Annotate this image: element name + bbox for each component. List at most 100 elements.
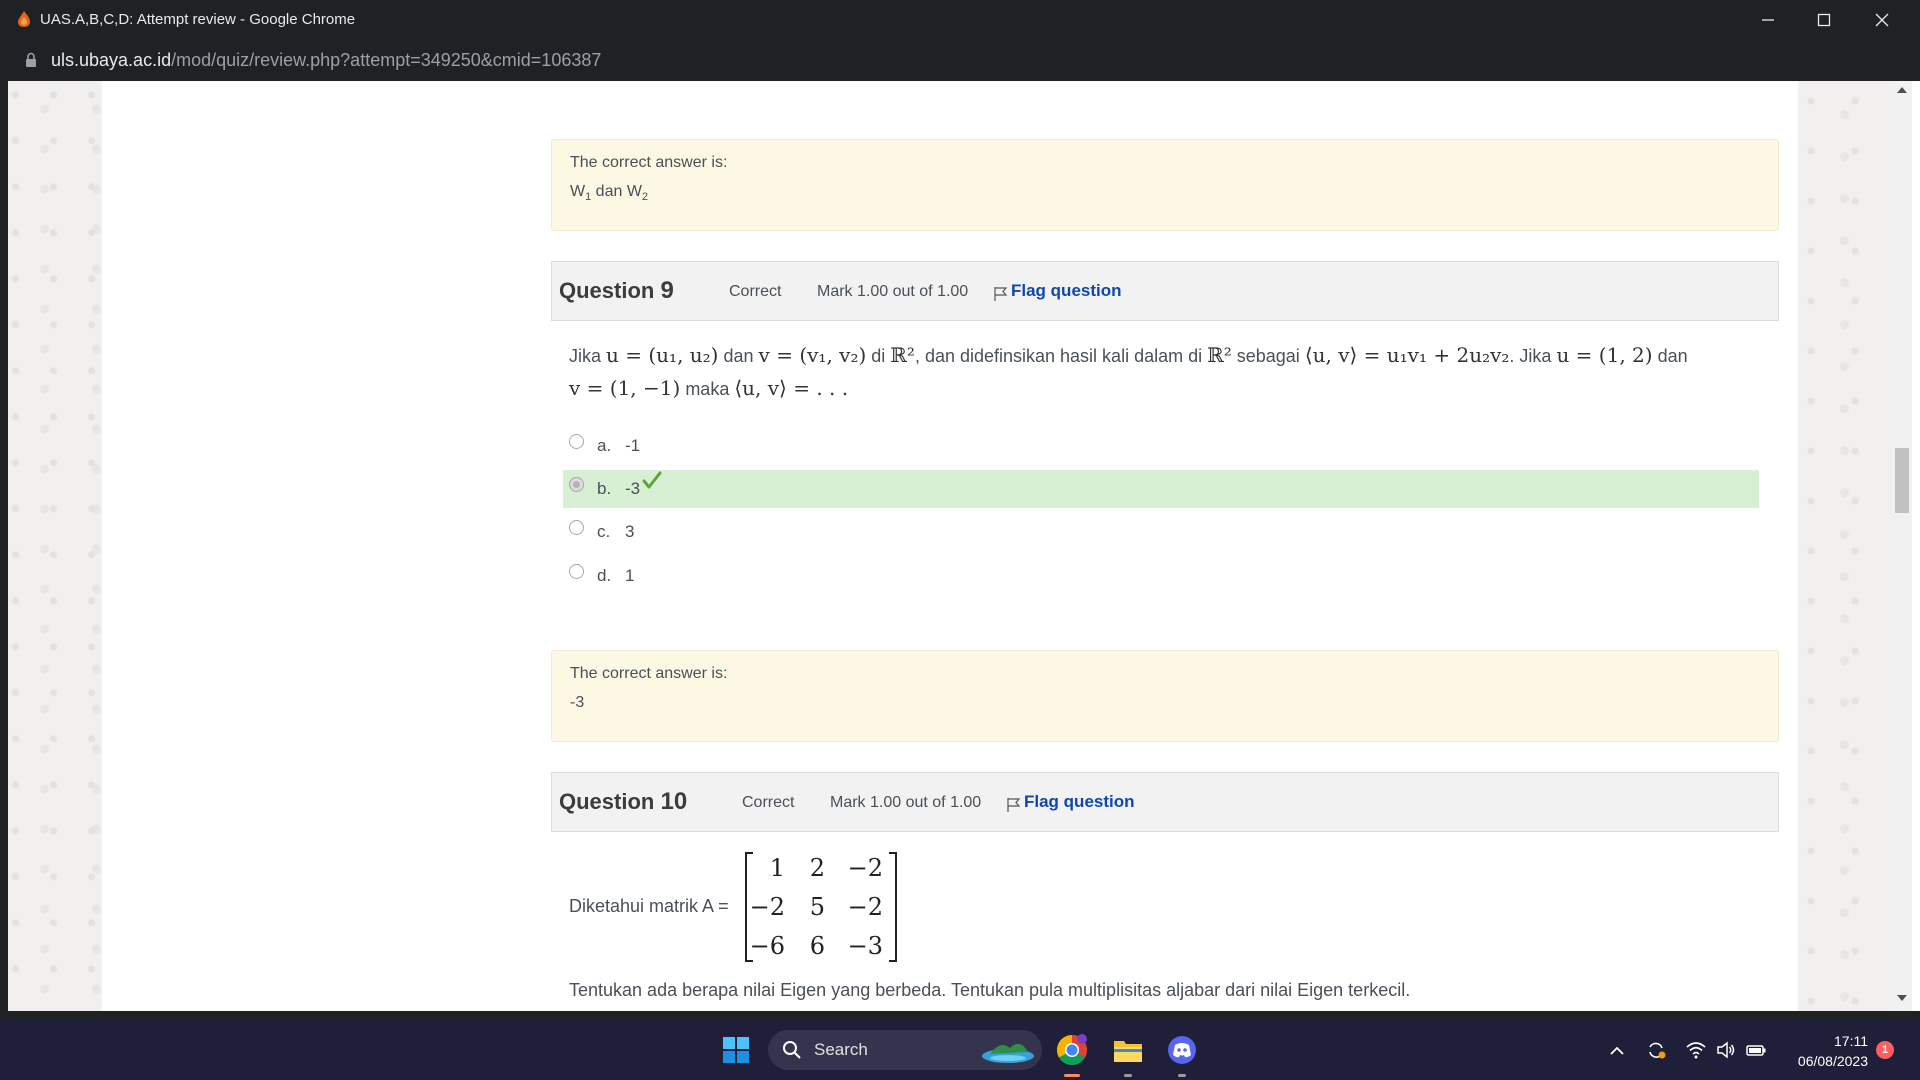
sync-icon[interactable] xyxy=(1646,1040,1666,1060)
lock-icon xyxy=(26,52,36,67)
option-letter: a. xyxy=(597,436,612,455)
option-text: 1 xyxy=(625,566,635,585)
close-button[interactable] xyxy=(1854,0,1910,40)
matrix-cell: −2 xyxy=(847,893,883,921)
answer-sub2: 2 xyxy=(641,191,649,203)
page-viewport: The correct answer is: W 1 dan W2 Questio… xyxy=(8,81,1920,1011)
qtext-part: sebagai xyxy=(1231,346,1305,366)
option-text: -1 xyxy=(625,436,641,455)
radio-option-c[interactable] xyxy=(569,520,584,535)
chrome-taskbar-button[interactable] xyxy=(1052,1030,1092,1070)
address-bar[interactable]: uls.ubaya.ac.id/mod/quiz/review.php?atte… xyxy=(0,40,1920,81)
math-u-value: u = (1, 2) xyxy=(1556,343,1653,367)
battery-icon[interactable] xyxy=(1746,1040,1766,1060)
radio-option-b[interactable] xyxy=(569,477,584,492)
matrix-cell: 1 xyxy=(769,854,785,882)
page-background-right xyxy=(1798,81,1900,1011)
option-d[interactable]: d. 1 xyxy=(563,557,1759,595)
search-label: Search xyxy=(814,1040,868,1059)
math-v-def: v = (v₁, v₂) xyxy=(758,343,867,367)
option-b[interactable]: b. -3 xyxy=(563,470,1759,508)
flag-question-link[interactable]: Flag question xyxy=(1024,792,1135,812)
notification-badge[interactable]: 1 xyxy=(1876,1041,1894,1059)
browser-window: UAS.A,B,C,D: Attempt review - Google Chr… xyxy=(0,0,1920,1020)
qtext-part: di xyxy=(866,346,891,366)
title-bar: UAS.A,B,C,D: Attempt review - Google Chr… xyxy=(0,0,1920,40)
question-label: Question xyxy=(559,278,655,303)
radio-option-a[interactable] xyxy=(569,434,584,449)
prev-correct-answer-box: The correct answer is: W1 dan W2 xyxy=(551,139,1779,231)
matrix-cell: −2 xyxy=(749,893,785,921)
question-grade: Mark 1.00 out of 1.00 xyxy=(830,794,982,811)
discord-button[interactable] xyxy=(1162,1030,1202,1070)
qtext-part: Jika xyxy=(569,346,607,366)
math-ask: ⟨u, v⟩ = . . . xyxy=(734,376,849,400)
page-background-left xyxy=(8,81,102,1011)
matrix-cell: −6 xyxy=(749,932,785,960)
flag-icon xyxy=(994,287,1008,301)
option-letter: b. xyxy=(597,479,612,498)
file-explorer-button[interactable] xyxy=(1108,1030,1148,1070)
option-text: -3 xyxy=(625,479,641,498)
search-icon xyxy=(783,1041,801,1059)
search-highlight-icon xyxy=(982,1043,1034,1063)
answer-w1: W xyxy=(570,183,586,200)
option-a[interactable]: a. -1 xyxy=(563,427,1759,465)
folder-icon xyxy=(1114,1041,1142,1062)
wifi-icon[interactable] xyxy=(1686,1040,1706,1060)
scroll-up-icon[interactable] xyxy=(1897,87,1907,93)
scrollbar-thumb[interactable] xyxy=(1895,448,1909,513)
discord-running-indicator xyxy=(1178,1074,1186,1077)
correct-check-icon xyxy=(642,471,662,489)
vertical-scrollbar[interactable] xyxy=(1892,81,1912,1011)
chevron-up-icon[interactable] xyxy=(1607,1041,1627,1061)
taskbar: Search xyxy=(0,1020,1920,1080)
question-9-text: Jika u = (u₁, u₂) dan v = (v₁, v₂) di ℝ²… xyxy=(569,339,1759,405)
flag-question-link[interactable]: Flag question xyxy=(1011,281,1122,301)
volume-icon[interactable] xyxy=(1716,1040,1736,1060)
radio-option-d[interactable] xyxy=(569,564,584,579)
qtext-part: . Jika xyxy=(1509,346,1557,366)
math-r2: ℝ² xyxy=(1207,343,1232,367)
question-label: Question xyxy=(559,789,655,814)
option-letter: c. xyxy=(597,522,611,541)
maximize-button[interactable] xyxy=(1796,0,1852,40)
qtext-part: maka xyxy=(680,379,735,399)
question-10-text: Diketahui matrik A = 1 2 −2 −2 5 −2 −6 6… xyxy=(551,852,1779,964)
url-path: /mod/quiz/review.php?attempt=349250&cmid… xyxy=(171,50,602,70)
scroll-down-icon[interactable] xyxy=(1897,995,1907,1001)
flag-icon xyxy=(1007,798,1021,812)
taskbar-search[interactable]: Search xyxy=(768,1030,1042,1070)
question-state: Correct xyxy=(729,283,782,300)
minimize-button[interactable] xyxy=(1740,0,1796,40)
option-letter: d. xyxy=(597,566,612,585)
question-number: Question 9 xyxy=(559,277,674,305)
url-host: uls.ubaya.ac.id xyxy=(51,50,172,70)
start-button[interactable] xyxy=(716,1030,756,1070)
correct-answer-value: W1 dan W2 xyxy=(570,183,1760,203)
url-text[interactable]: uls.ubaya.ac.id/mod/quiz/review.php?atte… xyxy=(51,50,601,71)
chrome-icon xyxy=(1056,1034,1088,1066)
math-u-def: u = (u₁, u₂) xyxy=(606,343,719,367)
option-c[interactable]: c. 3 xyxy=(563,513,1759,551)
question-grade: Mark 1.00 out of 1.00 xyxy=(817,283,969,300)
clock-time: 17:11 xyxy=(1834,1033,1868,1049)
q9-correct-answer-box: The correct answer is: -3 xyxy=(551,650,1779,742)
question-10-instruction: Tentukan ada berapa nilai Eigen yang ber… xyxy=(569,980,1411,1000)
maximize-icon xyxy=(1817,13,1831,27)
chrome-active-indicator xyxy=(1064,1074,1080,1077)
math-v-value: v = (1, −1) xyxy=(569,376,681,400)
answer-mid: dan W xyxy=(591,183,642,200)
question-9-header: Question 9 Correct Mark 1.00 out of 1.00… xyxy=(551,261,1779,321)
matrix-cell: −3 xyxy=(847,932,883,960)
question-num: 10 xyxy=(660,788,688,815)
matrix-intro: Diketahui matrik A = xyxy=(569,896,729,916)
close-icon xyxy=(1875,13,1889,27)
matrix-cell: 6 xyxy=(809,932,825,960)
minimize-icon xyxy=(1762,19,1774,21)
taskbar-clock[interactable]: 17:11 06/08/2023 xyxy=(1788,1031,1868,1071)
correct-answer-value: -3 xyxy=(570,694,585,711)
matrix-cell: 5 xyxy=(809,893,825,921)
correct-answer-label: The correct answer is: xyxy=(570,154,728,171)
qtext-part: dan xyxy=(718,346,759,366)
